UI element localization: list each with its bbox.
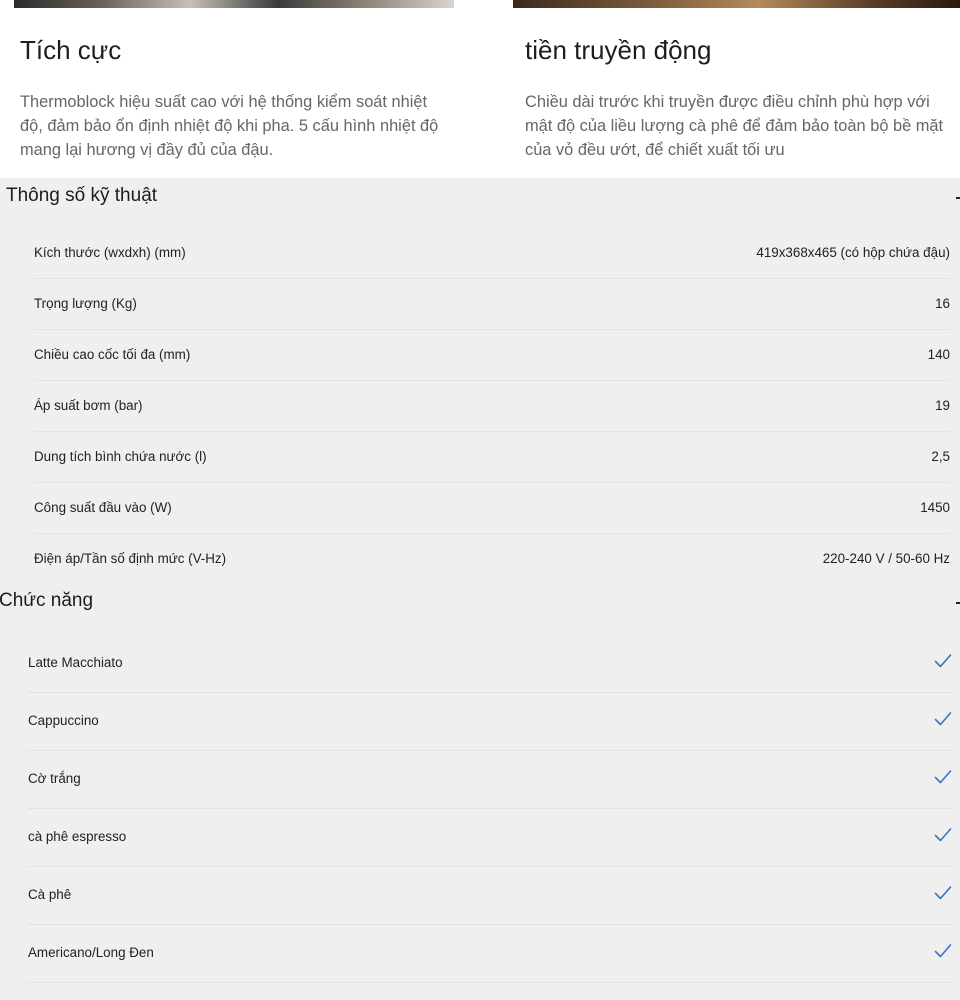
spec-value: 1450 (920, 500, 950, 515)
spec-label: Dung tích bình chứa nước (l) (34, 449, 207, 464)
collapse-icon[interactable] (956, 197, 960, 199)
feature-card-right: tiền truyền động Chiều dài trước khi tru… (525, 30, 955, 162)
spec-label: Chiều cao cốc tối đa (mm) (34, 347, 191, 362)
function-row: Latte Macchiato (28, 635, 952, 693)
function-label: Cà phê (28, 887, 72, 902)
function-row: Cờ trắng (28, 751, 952, 809)
checkmark-icon (934, 944, 952, 958)
spec-value: 220-240 V / 50-60 Hz (822, 551, 950, 566)
spec-value: 2,5 (931, 449, 950, 464)
spec-label: Công suất đầu vào (W) (34, 500, 172, 515)
functions-title: Chức năng (0, 590, 94, 611)
function-label: cà phê espresso (28, 829, 127, 844)
spec-row: Kích thước (wxdxh) (mm) 419x368x465 (có … (34, 228, 950, 279)
spec-row: Dung tích bình chứa nước (l) 2,5 (34, 432, 950, 483)
feature-image-right (513, 0, 960, 8)
spec-label: Áp suất bơm (bar) (34, 398, 143, 413)
spec-row: Áp suất bơm (bar) 19 (34, 381, 950, 432)
feature-image-left (14, 0, 454, 8)
function-row: Cà phê (28, 867, 952, 925)
specs-header[interactable]: Thông số kỹ thuật (0, 178, 960, 218)
spec-label: Điện áp/Tần số định mức (V-Hz) (34, 551, 227, 566)
spec-value: 19 (935, 398, 950, 413)
spec-value: 140 (927, 347, 950, 362)
function-row: cà phê espresso (28, 809, 952, 867)
spec-value: 419x368x465 (có hộp chứa đậu) (756, 245, 950, 260)
feature-title: tiền truyền động (525, 35, 712, 65)
function-label: Americano/Long Đen (28, 945, 154, 960)
collapse-icon[interactable] (956, 602, 960, 604)
checkmark-icon (934, 828, 952, 842)
spec-row: Điện áp/Tần số định mức (V-Hz) 220-240 V… (34, 534, 950, 574)
function-row: Cappuccino (28, 693, 952, 751)
spec-label: Kích thước (wxdxh) (mm) (34, 245, 186, 260)
spec-row: Trọng lượng (Kg) 16 (34, 279, 950, 330)
function-row: Americano/Long Đen (28, 925, 952, 983)
specs-list: Kích thước (wxdxh) (mm) 419x368x465 (có … (34, 228, 950, 574)
function-label: Cappuccino (28, 713, 99, 728)
specs-section: Thông số kỹ thuật Kích thước (wxdxh) (mm… (0, 178, 960, 585)
spec-label: Trọng lượng (Kg) (34, 296, 137, 311)
feature-description: Thermoblock hiệu suất cao với hệ thống k… (20, 93, 439, 159)
feature-card-left: Tích cực Thermoblock hiệu suất cao với h… (20, 30, 450, 162)
functions-section: Chức năng Latte Macchiato Cappuccino Cờ … (0, 585, 960, 1000)
function-label: Cờ trắng (28, 771, 81, 786)
function-label: Latte Macchiato (28, 655, 123, 670)
checkmark-icon (934, 886, 952, 900)
features-area: Tích cực Thermoblock hiệu suất cao với h… (0, 0, 960, 178)
spec-row: Công suất đầu vào (W) 1450 (34, 483, 950, 534)
spec-row: Chiều cao cốc tối đa (mm) 140 (34, 330, 950, 381)
checkmark-icon (934, 712, 952, 726)
functions-list: Latte Macchiato Cappuccino Cờ trắng cà p… (28, 635, 952, 983)
feature-title: Tích cực (20, 35, 122, 65)
specs-title: Thông số kỹ thuật (6, 185, 158, 206)
checkmark-icon (934, 770, 952, 784)
checkmark-icon (934, 654, 952, 668)
feature-description: Chiều dài trước khi truyền được điều chỉ… (525, 93, 944, 159)
spec-value: 16 (935, 296, 950, 311)
functions-header[interactable]: Chức năng (0, 585, 960, 625)
